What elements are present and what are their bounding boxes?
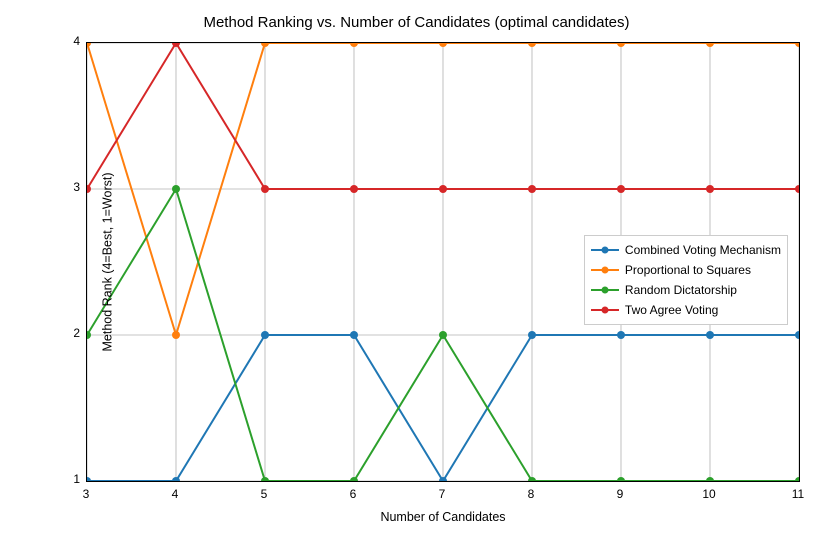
x-axis-label: Number of Candidates (86, 510, 800, 524)
ranking-chart: Method Ranking vs. Number of Candidates … (0, 0, 833, 547)
y-tick: 2 (56, 326, 80, 340)
series-point (261, 185, 269, 193)
x-tick: 11 (783, 487, 813, 501)
series-point (87, 477, 91, 481)
series-point (87, 331, 91, 339)
legend-label: Two Agree Voting (625, 303, 718, 317)
y-tick: 1 (56, 472, 80, 486)
series-point (528, 43, 536, 47)
series-point (261, 477, 269, 481)
x-tick: 9 (605, 487, 635, 501)
x-tick: 5 (249, 487, 279, 501)
series-point (706, 185, 714, 193)
legend-swatch (591, 263, 619, 277)
x-tick: 6 (338, 487, 368, 501)
chart-title: Method Ranking vs. Number of Candidates … (0, 14, 833, 31)
legend-item: Random Dictatorship (591, 280, 781, 300)
x-tick: 8 (516, 487, 546, 501)
series-point (350, 331, 358, 339)
x-tick: 10 (694, 487, 724, 501)
y-tick: 3 (56, 180, 80, 194)
legend-swatch (591, 243, 619, 257)
series-point (706, 477, 714, 481)
legend-label: Proportional to Squares (625, 263, 751, 277)
series-point (795, 185, 799, 193)
x-tick: 7 (427, 487, 457, 501)
series-point (617, 331, 625, 339)
legend-swatch (591, 303, 619, 317)
series-point (350, 43, 358, 47)
legend-swatch (591, 283, 619, 297)
series-point (261, 331, 269, 339)
y-tick: 4 (56, 34, 80, 48)
series-point (617, 43, 625, 47)
series-point (528, 331, 536, 339)
x-tick: 4 (160, 487, 190, 501)
series-point (795, 331, 799, 339)
series-point (439, 43, 447, 47)
legend-item: Proportional to Squares (591, 260, 781, 280)
series-point (87, 43, 91, 47)
legend: Combined Voting Mechanism Proportional to… (584, 235, 788, 325)
series-point (87, 185, 91, 193)
series-point (261, 43, 269, 47)
series-point (617, 477, 625, 481)
y-axis-label: Method Rank (4=Best, 1=Worst) (101, 172, 115, 351)
series-point (172, 331, 180, 339)
x-tick: 3 (71, 487, 101, 501)
legend-label: Combined Voting Mechanism (625, 243, 781, 257)
series-point (706, 43, 714, 47)
series-point (795, 43, 799, 47)
legend-item: Two Agree Voting (591, 300, 781, 320)
legend-item: Combined Voting Mechanism (591, 240, 781, 260)
series-point (439, 331, 447, 339)
series-point (350, 185, 358, 193)
legend-label: Random Dictatorship (625, 283, 737, 297)
series-point (172, 185, 180, 193)
series-point (439, 185, 447, 193)
series-point (706, 331, 714, 339)
series-point (795, 477, 799, 481)
series-point (528, 185, 536, 193)
series-point (617, 185, 625, 193)
